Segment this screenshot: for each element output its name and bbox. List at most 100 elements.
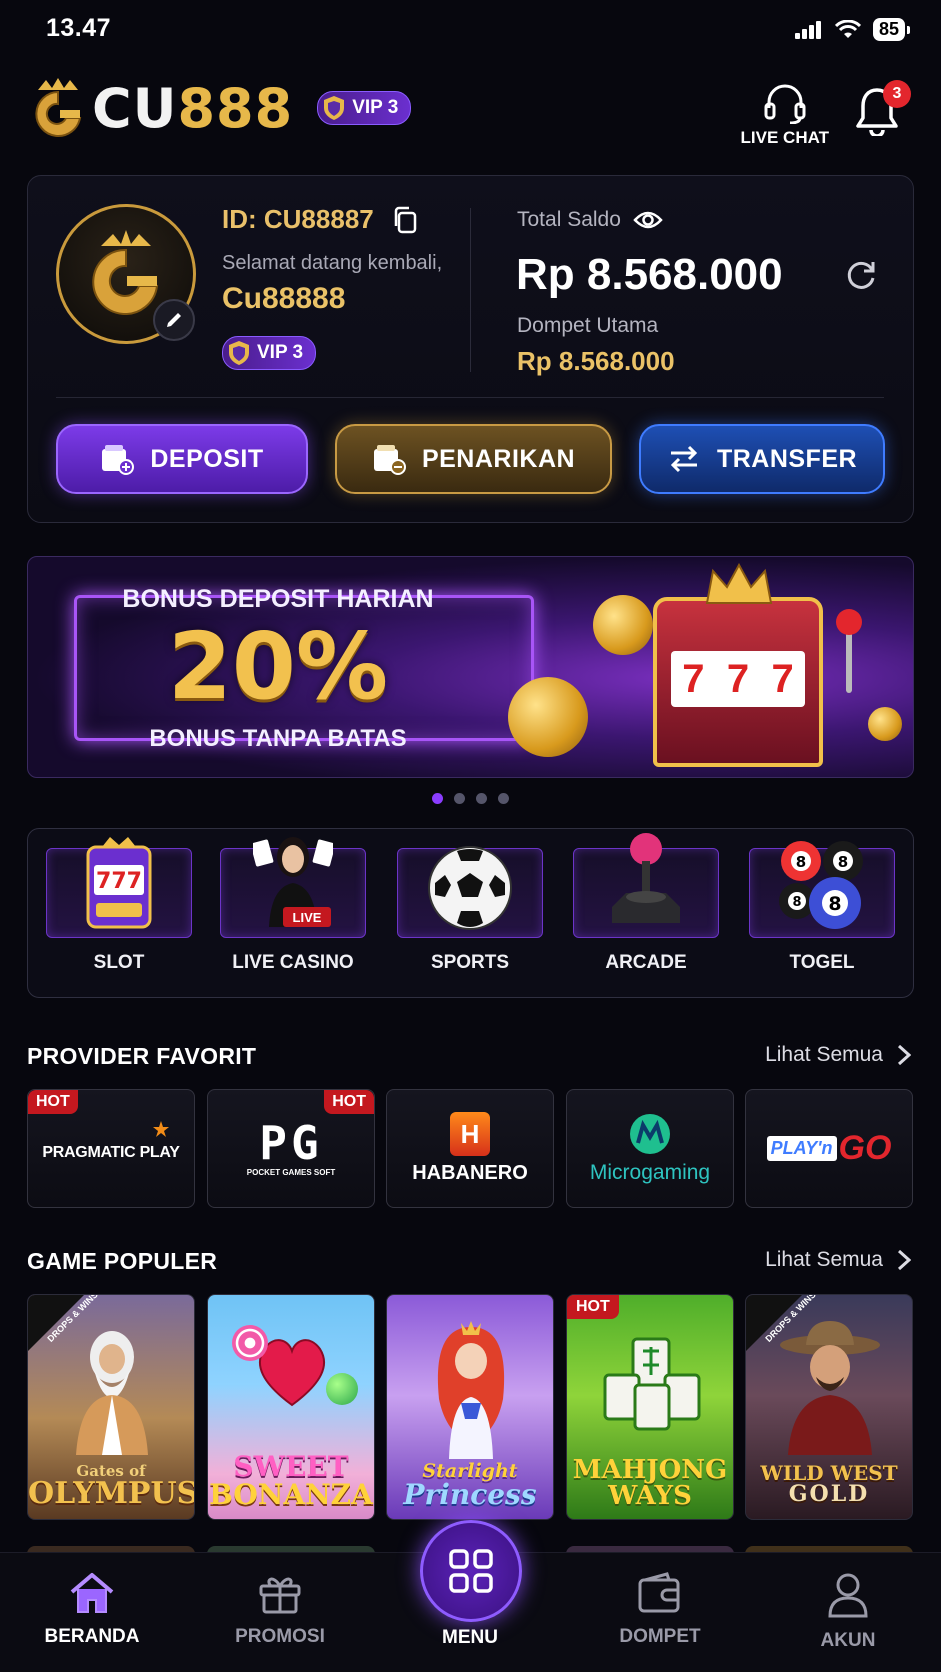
user-id: ID: CU88887	[222, 204, 418, 235]
pagination-dot[interactable]	[476, 793, 487, 804]
provider-name: PRAGMATIC PLAY	[42, 1143, 180, 1161]
game-wild-west-gold[interactable]: DROPS & WINS WILD WEST GOLD	[745, 1294, 913, 1520]
category-tile: 8 8 8 8	[749, 841, 895, 938]
provider-microgaming[interactable]: Microgaming	[566, 1089, 734, 1208]
slot-lever-knob-icon	[836, 609, 862, 635]
category-sports[interactable]: SPORTS	[397, 846, 543, 974]
divider	[470, 208, 471, 372]
microgaming-logo-icon	[630, 1113, 670, 1154]
headset-icon	[764, 84, 806, 124]
provider-name: Microgaming	[589, 1160, 711, 1184]
games-section-title: GAME POPULER	[27, 1248, 218, 1274]
games-see-all-link[interactable]: Lihat Semua	[765, 1248, 911, 1272]
coin-icon	[593, 595, 653, 655]
providers-section-title: PROVIDER FAVORIT	[27, 1043, 257, 1069]
category-slot[interactable]: 777 SLOT	[46, 837, 192, 974]
wifi-icon	[834, 19, 861, 38]
transfer-button[interactable]: TRANSFER	[639, 424, 885, 494]
notification-count-badge: 3	[883, 80, 911, 108]
mahjong-tiles-icon	[603, 1337, 701, 1431]
soccer-ball-icon	[428, 846, 512, 930]
wallet-icon	[638, 1572, 680, 1613]
svg-text:777: 777	[96, 869, 142, 894]
wallet-withdraw-icon	[373, 445, 406, 475]
notification-button[interactable]: 3	[855, 80, 911, 141]
status-icons: 85	[794, 18, 911, 41]
category-arcade[interactable]: ARCADE	[573, 833, 719, 974]
game-title: SWEET BONANZA	[209, 1450, 373, 1511]
crown-logo-icon	[35, 78, 82, 137]
edit-avatar-button[interactable]	[153, 299, 195, 341]
game-title: Gates of OLYMPUS	[28, 1462, 195, 1511]
category-tile	[397, 846, 543, 938]
pencil-icon	[167, 313, 181, 327]
shield-icon	[324, 96, 345, 120]
game-sweet-bonanza[interactable]: SWEET BONANZA	[207, 1294, 375, 1520]
slot-machine-icon: 777	[86, 837, 152, 929]
nav-wallet[interactable]: DOMPET	[590, 1572, 730, 1648]
chevron-right-icon	[897, 1044, 911, 1066]
transfer-arrows-icon	[670, 445, 698, 473]
status-time: 13.47	[46, 14, 112, 42]
main-wallet-amount: Rp 8.568.000	[517, 346, 675, 376]
banner-pagination	[0, 793, 941, 804]
nav-label: PROMOSI	[235, 1626, 325, 1647]
chevron-right-icon	[897, 1249, 911, 1271]
user-vip-badge: VIP 3	[222, 336, 317, 371]
promo-banner[interactable]: BONUS DEPOSIT HARIAN 20% BONUS TANPA BAT…	[27, 556, 914, 778]
nav-label: BERANDA	[44, 1626, 140, 1647]
banner-line1: BONUS DEPOSIT HARIAN	[122, 585, 434, 613]
providers-see-all-link[interactable]: Lihat Semua	[765, 1043, 911, 1067]
category-live-casino[interactable]: LIVE LIVE CASINO	[220, 837, 366, 974]
pagination-dot[interactable]	[498, 793, 509, 804]
pagination-dot[interactable]	[454, 793, 465, 804]
copy-icon[interactable]	[392, 206, 418, 234]
category-label: SLOT	[93, 952, 145, 973]
svg-text:8: 8	[792, 895, 801, 910]
nav-label: AKUN	[820, 1630, 876, 1651]
hot-badge: HOT	[567, 1295, 619, 1319]
banner-line2: 20%	[167, 613, 389, 720]
category-label: TOGEL	[789, 952, 855, 973]
gift-icon	[259, 1577, 301, 1614]
deposit-button[interactable]: DEPOSIT	[56, 424, 308, 494]
nav-promo[interactable]: PROMOSI	[210, 1572, 350, 1648]
coin-icon	[508, 677, 588, 757]
pagination-dot[interactable]	[432, 793, 443, 804]
hot-badge: HOT	[324, 1090, 374, 1114]
withdraw-button[interactable]: PENARIKAN	[335, 424, 612, 494]
game-starlight-princess[interactable]: Starlight Princess	[386, 1294, 554, 1520]
eye-icon[interactable]	[633, 210, 663, 230]
svg-text:8: 8	[838, 853, 848, 871]
category-tile	[573, 833, 719, 938]
game-gates-of-olympus[interactable]: DROPS & WINS Gates of OLYMPUS	[27, 1294, 195, 1520]
welcome-text: Selamat datang kembali,	[222, 252, 443, 274]
banner-line3: BONUS TANPA BATAS	[149, 725, 407, 752]
cowboy-character-icon	[780, 1321, 880, 1455]
slot-machine-icon: 7 7 7	[653, 563, 823, 767]
hot-badge: HOT	[28, 1090, 78, 1114]
nav-menu-label[interactable]: MENU	[400, 1627, 540, 1649]
divider	[56, 397, 884, 398]
provider-pragmatic-play[interactable]: HOT PRAGMATIC PLAY	[27, 1089, 195, 1208]
brand-logo[interactable]: CU888 VIP 3	[30, 76, 412, 140]
princess-character-icon	[437, 1321, 505, 1459]
provider-pg-soft[interactable]: HOT PG POCKET GAMES SOFT	[207, 1089, 375, 1208]
nav-home[interactable]: BERANDA	[22, 1572, 162, 1648]
menu-button[interactable]	[420, 1520, 522, 1622]
game-mahjong-ways[interactable]: HOT MAHJONG WAYS	[566, 1294, 734, 1520]
nav-label: DOMPET	[619, 1626, 701, 1647]
zeus-character-icon	[76, 1331, 148, 1455]
provider-playngo[interactable]: PLAY'n GO	[745, 1089, 913, 1208]
nav-account[interactable]: AKUN	[778, 1572, 918, 1652]
refresh-balance-button[interactable]	[843, 258, 879, 299]
category-togel[interactable]: 8 8 8 8 TOGEL	[749, 841, 895, 974]
live-chat-button[interactable]: LIVE CHAT	[741, 84, 829, 148]
provider-habanero[interactable]: H HABANERO	[386, 1089, 554, 1208]
refresh-icon	[847, 261, 875, 289]
svg-text:8: 8	[828, 893, 841, 915]
svg-text:8: 8	[796, 853, 806, 871]
live-dealer-icon: LIVE	[253, 837, 333, 927]
home-icon	[70, 1573, 114, 1613]
lottery-balls-icon: 8 8 8 8	[779, 841, 863, 929]
